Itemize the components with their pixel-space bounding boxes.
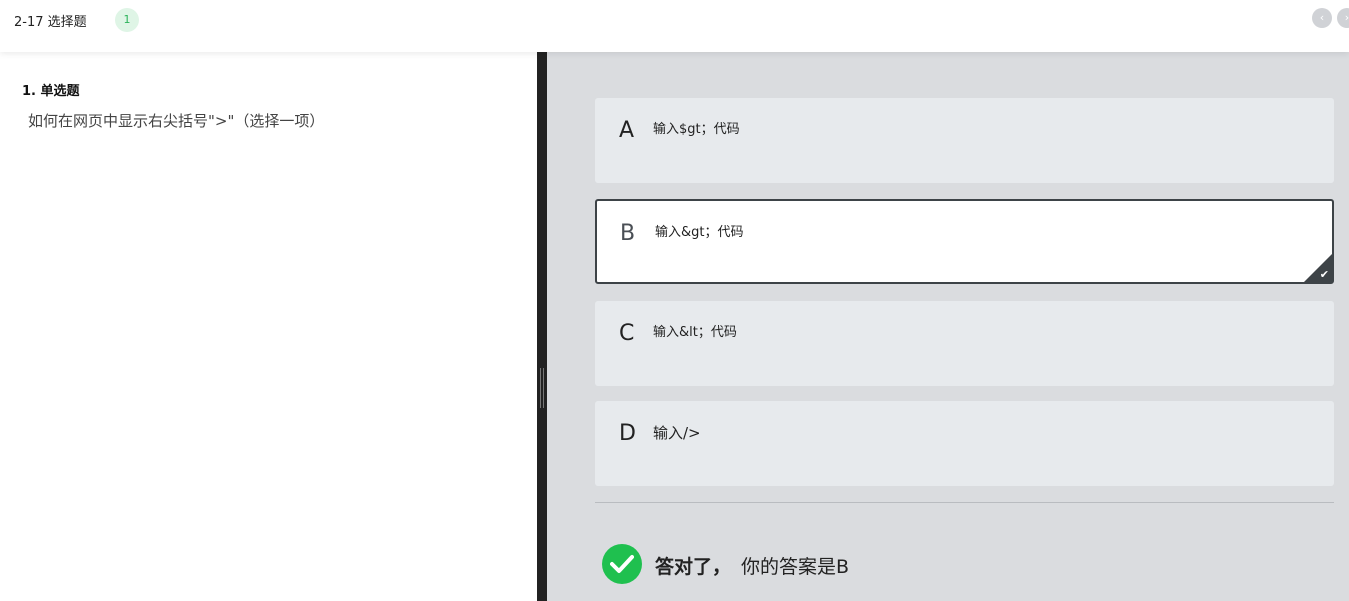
- next-button[interactable]: ›: [1337, 8, 1349, 28]
- check-circle-icon: [602, 544, 642, 584]
- option-text: 输入&lt；代码: [653, 325, 737, 340]
- option-letter: D: [619, 421, 636, 446]
- prev-button[interactable]: ‹: [1312, 8, 1332, 28]
- checkmark-icon: ✔: [1319, 268, 1329, 281]
- option-c[interactable]: C 输入&lt；代码: [595, 301, 1334, 386]
- result-status: 答对了，: [655, 556, 732, 578]
- result-answer: 你的答案是B: [741, 556, 850, 578]
- top-bar: 2-17 选择题 1 ‹ ›: [0, 0, 1349, 52]
- panel-divider[interactable]: [537, 52, 547, 601]
- option-d[interactable]: D 输入/>: [595, 401, 1334, 486]
- options-panel: A 输入$gt；代码 B 输入&gt；代码 ✔ C 输入&lt；代码 D 输入/…: [547, 52, 1349, 601]
- option-text: 输入&gt；代码: [655, 225, 744, 240]
- question-type: 1. 单选题: [22, 84, 80, 99]
- question-text: 如何在网页中显示右尖括号">"（选择一项）: [28, 112, 325, 130]
- page-title: 2-17 选择题: [14, 15, 87, 30]
- divider-line: [595, 502, 1334, 503]
- count-badge: 1: [115, 8, 139, 32]
- option-text: 输入$gt；代码: [653, 122, 740, 137]
- option-a[interactable]: A 输入$gt；代码: [595, 98, 1334, 183]
- option-letter: B: [620, 221, 636, 246]
- option-letter: A: [619, 118, 635, 143]
- option-letter: C: [619, 321, 635, 346]
- question-panel: 1. 单选题 如何在网页中显示右尖括号">"（选择一项）: [0, 52, 537, 601]
- option-text: 输入/>: [653, 424, 701, 442]
- resize-handle[interactable]: [540, 368, 544, 408]
- option-b[interactable]: B 输入&gt；代码 ✔: [595, 199, 1334, 284]
